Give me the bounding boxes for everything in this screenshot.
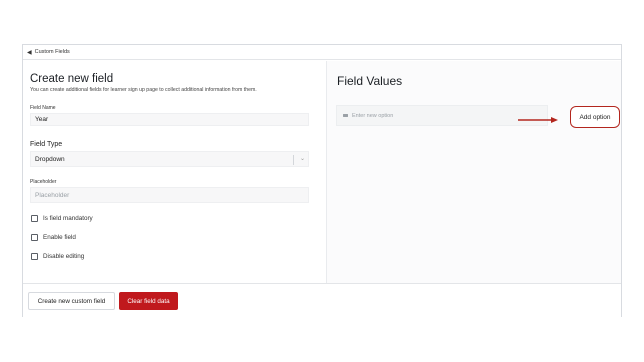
placeholder-input[interactable]: Placeholder (30, 187, 309, 203)
arrow-right-icon (518, 117, 558, 123)
checkbox-label: Is field mandatory (43, 215, 93, 222)
page-subtitle: You can create additional fields for lea… (30, 87, 257, 93)
new-option-placeholder: Enter new option (352, 112, 394, 119)
page-title: Create new field (30, 73, 114, 85)
breadcrumb-label[interactable]: Custom Fields (35, 49, 70, 55)
form-footer: Create new custom field Clear field data (23, 283, 621, 317)
chevron-down-icon[interactable]: ⌄ (300, 155, 305, 162)
checkbox-icon[interactable] (31, 253, 38, 260)
checkbox-label: Enable field (43, 234, 76, 241)
drag-handle-icon (343, 114, 348, 117)
field-type-label: Field Type (30, 141, 63, 148)
field-name-label: Field Name (30, 105, 56, 111)
clear-field-data-button[interactable]: Clear field data (119, 292, 178, 310)
field-type-select[interactable]: Dropdown ⌄ (30, 151, 309, 167)
add-option-button[interactable]: Add option (570, 106, 620, 128)
field-name-input[interactable]: Year (30, 113, 309, 126)
checkbox-mandatory[interactable]: Is field mandatory (31, 215, 93, 222)
checkbox-enable[interactable]: Enable field (31, 234, 76, 241)
field-type-value: Dropdown (35, 155, 65, 163)
breadcrumb[interactable]: ◀ Custom Fields (23, 45, 621, 60)
checkbox-icon[interactable] (31, 234, 38, 241)
new-option-input[interactable]: Enter new option (336, 105, 548, 126)
chevron-left-icon[interactable]: ◀ (27, 49, 32, 56)
select-divider (293, 155, 294, 165)
checkbox-label: Disable editing (43, 253, 85, 260)
checkbox-disable-editing[interactable]: Disable editing (31, 253, 84, 260)
placeholder-label: Placeholder (30, 179, 57, 185)
checkbox-icon[interactable] (31, 215, 38, 222)
create-field-form: Create new field You can create addition… (23, 61, 325, 283)
create-custom-field-button[interactable]: Create new custom field (28, 292, 115, 310)
custom-field-panel: ◀ Custom Fields Create new field You can… (22, 44, 622, 317)
field-values-section: Field Values Enter new option Add option (326, 61, 621, 283)
field-values-title: Field Values (337, 74, 403, 88)
